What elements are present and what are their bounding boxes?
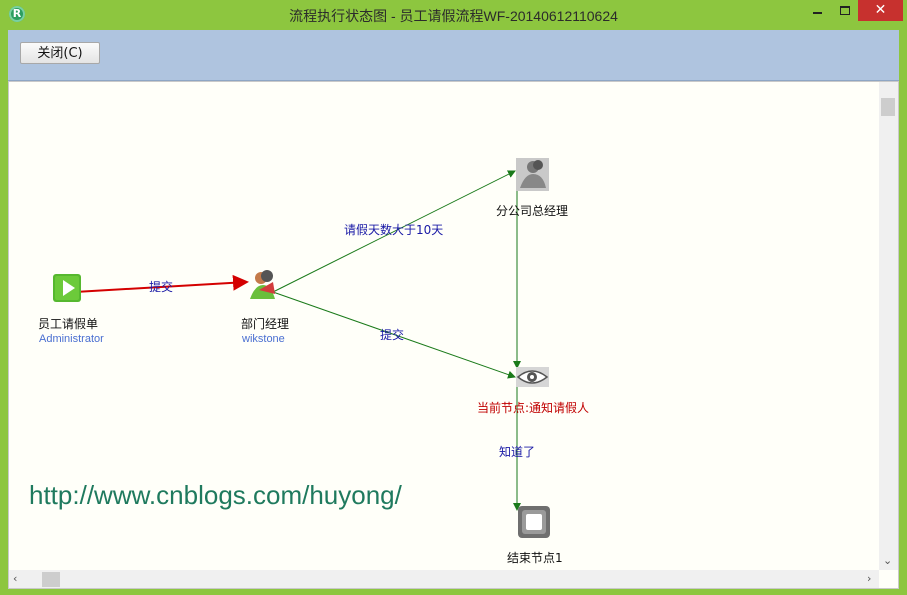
edge-label-dept-to-branch: 请假天数大于10天 bbox=[344, 223, 444, 237]
user-icon[interactable] bbox=[250, 270, 275, 299]
scroll-right-icon[interactable]: › bbox=[867, 572, 871, 586]
vertical-scroll-thumb[interactable] bbox=[881, 98, 895, 116]
scroll-left-icon[interactable]: ‹ bbox=[13, 572, 17, 586]
vertical-scrollbar[interactable]: ⌄ bbox=[879, 82, 898, 570]
user-icon[interactable] bbox=[516, 158, 549, 191]
edge-label-dept-to-notify: 提交 bbox=[380, 328, 405, 342]
window-title: 流程执行状态图 - 员工请假流程WF-20140612110624 bbox=[289, 8, 618, 24]
close-window-button[interactable]: ✕ bbox=[858, 0, 903, 21]
close-button[interactable]: 关闭(C) bbox=[20, 42, 100, 64]
scroll-down-icon[interactable]: ⌄ bbox=[883, 554, 892, 568]
node-label-branch-manager: 分公司总经理 bbox=[496, 204, 569, 218]
edge-label-notify-to-end: 知道了 bbox=[499, 445, 536, 459]
play-icon[interactable] bbox=[53, 274, 81, 302]
stop-icon[interactable] bbox=[518, 506, 550, 538]
node-assignee-dept-manager: wikstone bbox=[242, 333, 285, 345]
node-label-dept-manager: 部门经理 bbox=[241, 317, 290, 331]
node-label-start: 员工请假单 bbox=[38, 317, 99, 331]
horizontal-scroll-thumb[interactable] bbox=[42, 572, 60, 587]
edge-label-start-to-dept: 提交 bbox=[149, 280, 174, 294]
node-label-notify: 当前节点:通知请假人 bbox=[477, 401, 590, 415]
minimize-button[interactable] bbox=[804, 0, 831, 21]
maximize-button[interactable] bbox=[831, 0, 858, 21]
eye-icon[interactable] bbox=[516, 367, 549, 387]
watermark-url: http://www.cnblogs.com/huyong/ bbox=[29, 480, 402, 510]
workflow-canvas: 员工请假单 Administrator 部门经理 wikstone 分公司总经理… bbox=[8, 81, 899, 589]
horizontal-scrollbar[interactable]: ‹ › bbox=[9, 570, 879, 588]
node-label-end: 结束节点1 bbox=[507, 551, 563, 565]
title-bar[interactable]: R 流程执行状态图 - 员工请假流程WF-20140612110624 ✕ bbox=[0, 0, 907, 30]
toolbar: 关闭(C) bbox=[8, 30, 899, 81]
window: R 流程执行状态图 - 员工请假流程WF-20140612110624 ✕ 关闭… bbox=[0, 0, 907, 595]
node-assignee-start: Administrator bbox=[39, 333, 104, 345]
